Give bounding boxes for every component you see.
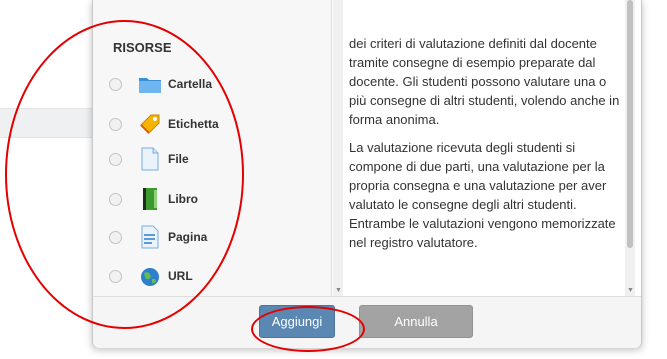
description-paragraph: dei criteri di valutazione definiti dal …: [349, 36, 620, 127]
activity-description: dei criteri di valutazione definiti dal …: [349, 34, 621, 261]
annotation-ellipse-add-button: [251, 306, 365, 352]
description-paragraph: La valutazione ricevuta degli studenti s…: [349, 140, 616, 250]
cancel-button[interactable]: Annulla: [359, 305, 473, 338]
options-scrollbar[interactable]: ▼: [333, 0, 343, 296]
scrollbar-thumb[interactable]: [627, 0, 633, 248]
description-scrollbar[interactable]: ▼: [625, 0, 635, 296]
scroll-down-arrow-icon[interactable]: ▼: [627, 287, 634, 294]
background-page-right: [640, 0, 667, 359]
annotation-ellipse-resources: [5, 20, 244, 329]
scroll-down-arrow-icon[interactable]: ▼: [335, 287, 342, 294]
